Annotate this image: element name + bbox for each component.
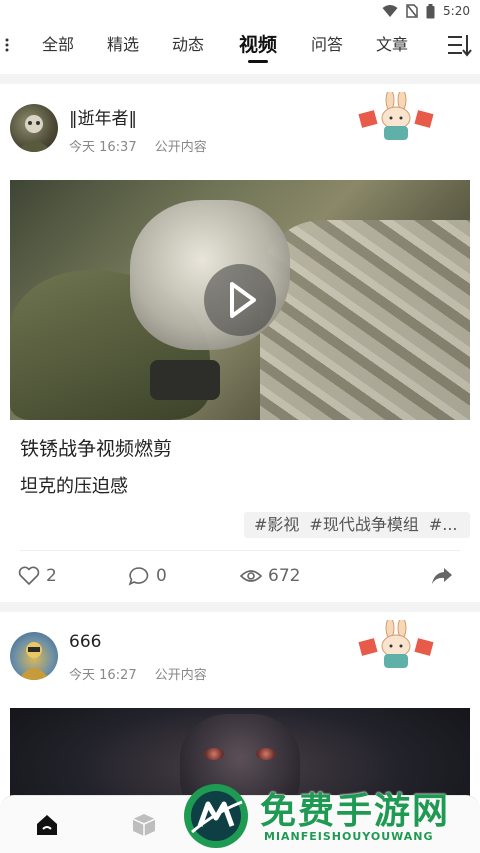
nav-home[interactable] — [34, 812, 60, 838]
post-time: 今天 16:27 — [69, 668, 137, 683]
comment-count: 0 — [156, 566, 167, 586]
post-meta: 今天 16:37 公开内容 — [69, 136, 207, 155]
home-icon — [37, 815, 57, 835]
more-vertical-icon[interactable] — [2, 34, 12, 56]
category-menu-icon[interactable] — [446, 32, 472, 58]
share-icon[interactable] — [430, 565, 454, 587]
post-tags: #影视 #现代战争模组 #... — [244, 512, 470, 538]
heart-icon — [18, 566, 40, 585]
no-sim-icon — [406, 4, 418, 18]
play-button[interactable] — [204, 264, 276, 336]
watermark-logo-icon — [184, 784, 248, 848]
username[interactable]: 666 — [69, 632, 101, 652]
post-time: 今天 16:37 — [69, 140, 137, 155]
tab-updates[interactable]: 动态 — [172, 22, 204, 68]
post-title[interactable]: 铁锈战争视频燃剪 — [20, 434, 172, 461]
view-stat: 672 — [240, 564, 300, 588]
post-meta: 今天 16:27 公开内容 — [69, 664, 207, 683]
watermark-title: 免费手游网 — [260, 791, 451, 832]
status-bar: 5:20 — [0, 0, 480, 22]
comment-icon — [128, 567, 149, 586]
cube-icon — [132, 814, 156, 836]
rabbit-badge-icon — [358, 92, 434, 140]
tab-qa[interactable]: 问答 — [311, 22, 343, 68]
tag[interactable]: #现代战争模组 — [309, 515, 418, 534]
watermark-subtitle: MIANFEISHOUYOUWANG — [264, 830, 434, 843]
tab-articles[interactable]: 文章 — [376, 22, 408, 68]
active-tab-indicator — [248, 60, 268, 63]
view-count: 672 — [268, 566, 301, 586]
like-count: 2 — [46, 566, 57, 586]
watermark: 免费手游网 MIANFEISHOUYOUWANG — [182, 782, 478, 853]
post-subtitle[interactable]: 坦克的压迫感 — [20, 472, 128, 498]
avatar[interactable] — [10, 632, 58, 680]
wifi-icon — [382, 5, 398, 17]
play-icon — [230, 282, 256, 318]
post-visibility: 公开内容 — [154, 668, 207, 683]
status-time: 5:20 — [443, 4, 470, 18]
nav-discover[interactable] — [131, 812, 157, 838]
eye-icon — [240, 570, 262, 582]
divider — [20, 550, 460, 551]
battery-icon — [426, 3, 435, 18]
comment-button[interactable]: 0 — [128, 564, 167, 588]
post-visibility: 公开内容 — [154, 140, 207, 155]
username[interactable]: ‖逝年者‖ — [69, 104, 137, 129]
tab-featured[interactable]: 精选 — [107, 22, 139, 68]
tag[interactable]: #... — [429, 515, 458, 534]
tag[interactable]: #影视 — [254, 515, 299, 534]
like-button[interactable]: 2 — [18, 564, 57, 588]
video-thumbnail[interactable] — [10, 180, 470, 420]
post-card[interactable]: ‖逝年者‖ 今天 16:37 公开内容 铁锈战争视频燃剪 坦克的压迫感 #影视 #… — [0, 84, 480, 602]
avatar[interactable] — [10, 104, 58, 152]
tab-all[interactable]: 全部 — [42, 22, 74, 68]
rabbit-badge-icon — [358, 620, 434, 668]
category-tab-bar: 全部 精选 动态 视频 问答 文章 — [0, 22, 480, 74]
